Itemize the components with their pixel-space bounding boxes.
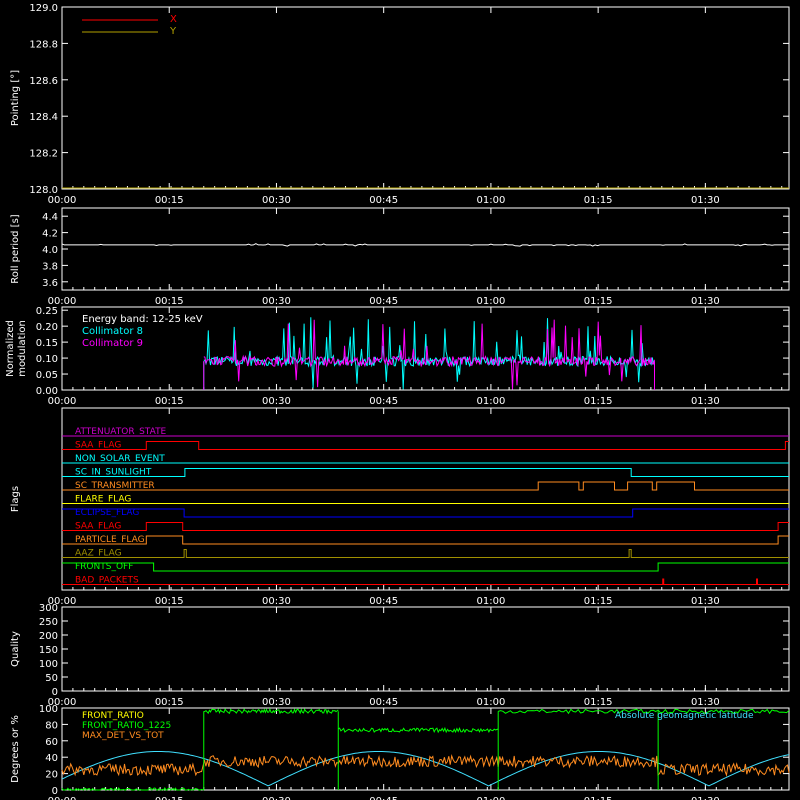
y-tick-label: 40 bbox=[45, 753, 58, 764]
y-axis-label: Flags bbox=[10, 486, 21, 512]
y-tick-label: 0 bbox=[52, 687, 58, 698]
y-tick-label: 0.15 bbox=[36, 338, 58, 349]
time-tick-label: 01:15 bbox=[584, 296, 613, 307]
y-tick-label: 0.00 bbox=[36, 386, 58, 397]
time-tick-label: 00:30 bbox=[262, 296, 291, 307]
time-tick-label: 00:15 bbox=[155, 697, 184, 708]
y-axis-label: Roll period [s] bbox=[10, 214, 21, 283]
time-tick-label: 00:15 bbox=[155, 796, 184, 800]
y-tick-label: 0.20 bbox=[36, 322, 58, 333]
time-tick-label: 00:45 bbox=[369, 296, 398, 307]
y-axis-label: modulation bbox=[17, 320, 28, 377]
time-tick-label: 01:00 bbox=[476, 396, 505, 407]
y-tick-label: 3.6 bbox=[42, 278, 58, 289]
legend-label: X bbox=[170, 14, 177, 25]
y-tick-label: 0.05 bbox=[36, 370, 58, 381]
time-tick-label: 00:30 bbox=[262, 697, 291, 708]
y-axis-label: Quality bbox=[10, 631, 21, 667]
y-tick-label: 0 bbox=[52, 786, 58, 797]
time-tick-label: 01:00 bbox=[476, 796, 505, 800]
y-tick-label: 250 bbox=[39, 617, 58, 628]
time-tick-label: 00:45 bbox=[369, 195, 398, 206]
y-tick-label: 100 bbox=[39, 704, 58, 715]
time-tick-label: 01:15 bbox=[584, 195, 613, 206]
time-tick-label: 00:45 bbox=[369, 697, 398, 708]
time-tick-label: 01:15 bbox=[584, 596, 613, 607]
time-tick-label: 01:00 bbox=[476, 296, 505, 307]
time-tick-label: 00:30 bbox=[262, 195, 291, 206]
time-tick-label: 00:45 bbox=[369, 796, 398, 800]
y-tick-label: 129.0 bbox=[29, 3, 58, 14]
y-tick-label: 4.0 bbox=[42, 245, 58, 256]
time-tick-label: 01:15 bbox=[584, 796, 613, 800]
time-tick-label: 00:30 bbox=[262, 596, 291, 607]
y-tick-label: 0.25 bbox=[36, 306, 58, 317]
time-tick-label: 00:30 bbox=[262, 396, 291, 407]
time-tick-label: 00:15 bbox=[155, 396, 184, 407]
legend-label: FRONT_RATIO bbox=[82, 711, 144, 721]
legend-label: FRONT_RATIO_1225 bbox=[82, 721, 171, 731]
legend-label: Absolute geomagnetic latitude bbox=[615, 711, 754, 721]
y-tick-label: 60 bbox=[45, 737, 58, 748]
time-tick-label: 01:30 bbox=[691, 796, 720, 800]
y-tick-label: 128.6 bbox=[29, 76, 58, 87]
time-tick-label: 00:00 bbox=[48, 195, 77, 206]
time-tick-label: 01:15 bbox=[584, 396, 613, 407]
y-tick-label: 128.8 bbox=[29, 39, 58, 50]
y-tick-label: 4.2 bbox=[42, 229, 58, 240]
time-tick-label: 01:00 bbox=[476, 697, 505, 708]
y-tick-label: 20 bbox=[45, 770, 58, 781]
time-tick-label: 01:30 bbox=[691, 195, 720, 206]
y-axis-label: Degrees or % bbox=[10, 715, 21, 783]
time-tick-label: 01:00 bbox=[476, 195, 505, 206]
time-tick-label: 00:45 bbox=[369, 596, 398, 607]
time-tick-label: 01:30 bbox=[691, 596, 720, 607]
legend-label: Collimator 9 bbox=[82, 338, 143, 349]
y-tick-label: 300 bbox=[39, 603, 58, 614]
time-tick-label: 01:30 bbox=[691, 697, 720, 708]
y-tick-label: 150 bbox=[39, 645, 58, 656]
annotation-label: Energy band: 12-25 keV bbox=[82, 314, 203, 325]
time-tick-label: 01:15 bbox=[584, 697, 613, 708]
y-tick-label: 80 bbox=[45, 720, 58, 731]
y-axis-label: Pointing [°] bbox=[10, 70, 21, 126]
legend-label: Y bbox=[169, 26, 177, 37]
time-tick-label: 00:30 bbox=[262, 796, 291, 800]
y-tick-label: 3.8 bbox=[42, 261, 58, 272]
figure-background bbox=[0, 0, 800, 800]
time-tick-label: 01:00 bbox=[476, 596, 505, 607]
y-tick-label: 128.2 bbox=[29, 149, 58, 160]
y-tick-label: 100 bbox=[39, 659, 58, 670]
time-tick-label: 00:15 bbox=[155, 296, 184, 307]
y-tick-label: 0.10 bbox=[36, 354, 58, 365]
y-tick-label: 50 bbox=[45, 673, 58, 684]
y-tick-label: 4.4 bbox=[42, 212, 58, 223]
legend-label: Collimator 8 bbox=[82, 326, 143, 337]
time-tick-label: 00:15 bbox=[155, 596, 184, 607]
time-tick-label: 01:30 bbox=[691, 396, 720, 407]
legend-label: MAX_DET_VS_TOT bbox=[82, 731, 164, 741]
diagnostics-figure: 00:00 00:15 00:30 00:45 01:00 01:15 01:30 128.0… bbox=[0, 0, 800, 800]
y-tick-label: 128.4 bbox=[29, 112, 58, 123]
time-tick-label: 00:00 bbox=[48, 396, 77, 407]
time-tick-label: 00:45 bbox=[369, 396, 398, 407]
y-axis-label: Normalized bbox=[5, 320, 16, 377]
y-tick-label: 128.0 bbox=[29, 185, 58, 196]
time-tick-label: 00:15 bbox=[155, 195, 184, 206]
y-tick-label: 200 bbox=[39, 631, 58, 642]
time-tick-label: 01:30 bbox=[691, 296, 720, 307]
